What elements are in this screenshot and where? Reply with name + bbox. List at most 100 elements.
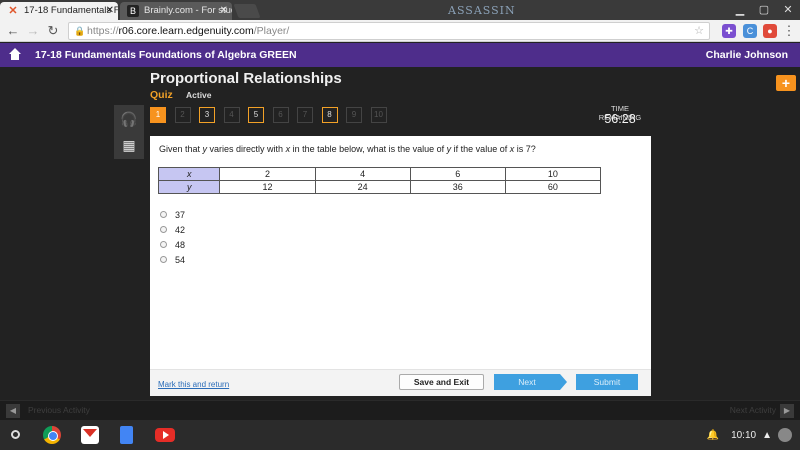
next-button[interactable]: Next bbox=[494, 374, 560, 390]
question-nav-3[interactable]: 3 bbox=[199, 107, 215, 123]
previous-activity-label: Previous Activity bbox=[28, 405, 90, 415]
youtube-icon[interactable] bbox=[155, 428, 175, 442]
headphones-icon[interactable]: 🎧 bbox=[114, 105, 144, 133]
table-cell: 12 bbox=[219, 180, 316, 194]
question-nav-4[interactable]: 4 bbox=[223, 107, 240, 123]
table-row: x 2 4 6 10 bbox=[157, 167, 602, 181]
browser-tab-edgenuity[interactable]: ✕ 17-18 Fundamentals Fo ✕ bbox=[0, 2, 118, 20]
plus-icon[interactable]: + bbox=[776, 75, 796, 91]
activity-bar: ◀ Previous Activity Next Activity ▶ bbox=[0, 400, 800, 420]
question-nav-5[interactable]: 5 bbox=[248, 107, 264, 123]
xy-data-table: x 2 4 6 10 y 12 24 36 60 bbox=[157, 167, 602, 194]
radio-button[interactable] bbox=[160, 256, 167, 263]
question-nav-6[interactable]: 6 bbox=[272, 107, 289, 123]
os-shelf: 🔔 10:10 ▲ bbox=[0, 420, 800, 450]
radio-button[interactable] bbox=[160, 226, 167, 233]
choice-label: 54 bbox=[175, 254, 186, 265]
home-icon[interactable] bbox=[8, 47, 22, 61]
table-cell: 4 bbox=[314, 167, 411, 181]
docs-icon[interactable] bbox=[120, 426, 133, 444]
user-name[interactable]: Charlie Johnson bbox=[706, 49, 788, 61]
minimize-icon[interactable]: ▁ bbox=[728, 0, 752, 20]
question-nav-1[interactable]: 1 bbox=[150, 107, 166, 123]
submit-button[interactable]: Submit bbox=[576, 374, 638, 390]
next-arrow-icon bbox=[560, 374, 567, 390]
back-arrow-icon[interactable]: ← bbox=[4, 22, 22, 40]
avatar bbox=[778, 428, 792, 442]
question-nav-2[interactable]: 2 bbox=[174, 107, 191, 123]
question-nav-8[interactable]: 8 bbox=[321, 107, 338, 123]
bookmark-star-icon[interactable]: ☆ bbox=[694, 23, 704, 39]
course-title: 17-18 Fundamentals Foundations of Algebr… bbox=[35, 49, 297, 61]
system-tray[interactable]: 🔔 10:10 ▲ bbox=[707, 427, 792, 443]
save-and-exit-button[interactable]: Save and Exit bbox=[399, 374, 484, 390]
brainly-favicon-icon: B bbox=[127, 5, 139, 17]
prompt-text: varies directly with bbox=[207, 144, 286, 154]
lesson-title: Proportional Relationships bbox=[150, 70, 342, 87]
activity-status-label: Active bbox=[186, 90, 212, 100]
mark-and-return-link[interactable]: Mark this and return bbox=[158, 380, 229, 389]
stop-extension-icon[interactable]: ● bbox=[763, 24, 777, 38]
wifi-icon: ▲ bbox=[762, 429, 772, 441]
radio-button[interactable] bbox=[160, 241, 167, 248]
choice-label: 42 bbox=[175, 224, 186, 235]
answer-choices: 37 42 48 54 bbox=[160, 207, 185, 267]
question-prompt: Given that y varies directly with x in t… bbox=[159, 144, 536, 154]
answer-choice[interactable]: 37 bbox=[160, 207, 185, 222]
answer-choice[interactable]: 54 bbox=[160, 252, 185, 267]
address-bar[interactable]: 🔒 https://r06.core.learn.edgenuity.com/P… bbox=[68, 22, 710, 40]
top-brand-watermark: ASSASSIN bbox=[448, 4, 516, 17]
lock-icon: 🔒 bbox=[74, 26, 86, 36]
table-header-cell: x bbox=[157, 167, 221, 181]
question-nav-10[interactable]: 10 bbox=[370, 107, 387, 123]
timer-value: 56:28 bbox=[604, 112, 636, 126]
course-header: 17-18 Fundamentals Foundations of Algebr… bbox=[0, 43, 800, 67]
window-controls: ▁ ▢ ✕ bbox=[728, 0, 800, 20]
question-navigation: 1 2 3 4 5 6 7 8 9 10 bbox=[150, 107, 395, 123]
activity-type-label: Quiz bbox=[150, 89, 173, 101]
question-panel: Given that y varies directly with x in t… bbox=[150, 136, 651, 396]
notifications-icon[interactable]: 🔔 bbox=[707, 430, 719, 441]
chrome-icon[interactable] bbox=[43, 426, 61, 444]
table-cell: 6 bbox=[409, 167, 506, 181]
close-window-icon[interactable]: ✕ bbox=[776, 0, 800, 20]
c-extension-icon[interactable]: C bbox=[743, 24, 757, 38]
url-host: r06.core.learn.edgenuity.com bbox=[118, 25, 254, 37]
prompt-text: Given that bbox=[159, 144, 203, 154]
maximize-icon[interactable]: ▢ bbox=[752, 0, 776, 20]
question-nav-7[interactable]: 7 bbox=[297, 107, 313, 123]
question-nav-9[interactable]: 9 bbox=[346, 107, 362, 123]
new-tab-button[interactable] bbox=[233, 4, 261, 18]
browser-toolbar: ← → ↻ 🔒 https://r06.core.learn.edgenuity… bbox=[0, 20, 800, 42]
table-cell: 36 bbox=[409, 180, 506, 194]
choice-label: 48 bbox=[175, 239, 186, 250]
menu-icon[interactable]: ⋮ bbox=[780, 22, 798, 40]
browser-tab-strip: ✕ 17-18 Fundamentals Fo ✕ B Brainly.com … bbox=[0, 0, 800, 20]
answer-choice[interactable]: 48 bbox=[160, 237, 185, 252]
browser-tab-brainly[interactable]: B Brainly.com - For studen ✕ bbox=[120, 2, 232, 20]
next-activity-button[interactable]: ▶ bbox=[780, 404, 794, 418]
prompt-text: if the value of bbox=[451, 144, 510, 154]
table-cell: 2 bbox=[219, 167, 316, 181]
player-area: Proportional Relationships Quiz Active +… bbox=[0, 67, 800, 400]
calculator-icon[interactable]: ▦ bbox=[114, 131, 144, 159]
table-row: y 12 24 36 60 bbox=[157, 180, 602, 194]
prompt-text: in the table below, what is the value of bbox=[290, 144, 447, 154]
clock: 10:10 bbox=[731, 429, 757, 441]
url-path: /Player/ bbox=[253, 25, 290, 37]
answer-choice[interactable]: 42 bbox=[160, 222, 185, 237]
close-tab-icon[interactable]: ✕ bbox=[106, 2, 114, 20]
puzzle-extension-icon[interactable]: ✚ bbox=[722, 24, 736, 38]
forward-arrow-icon[interactable]: → bbox=[24, 22, 42, 40]
table-cell: 24 bbox=[314, 180, 411, 194]
gmail-icon[interactable] bbox=[81, 426, 99, 444]
url-scheme: https:// bbox=[87, 25, 119, 37]
radio-button[interactable] bbox=[160, 211, 167, 218]
launcher-icon[interactable] bbox=[11, 430, 20, 439]
close-tab-icon[interactable]: ✕ bbox=[220, 2, 228, 20]
previous-activity-button[interactable]: ◀ bbox=[6, 404, 20, 418]
table-header-cell: y bbox=[157, 180, 221, 194]
question-footer: Mark this and return Save and Exit Next … bbox=[150, 369, 651, 396]
reload-icon[interactable]: ↻ bbox=[44, 22, 62, 40]
table-cell: 60 bbox=[504, 180, 602, 194]
